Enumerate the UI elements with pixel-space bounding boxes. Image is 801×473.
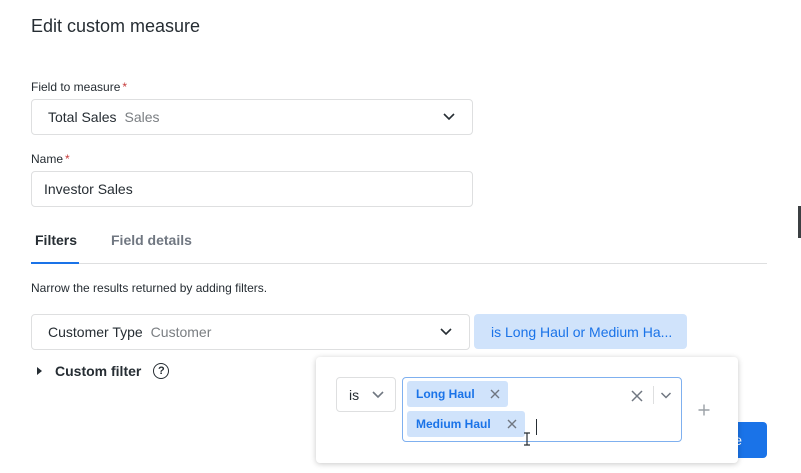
- chevron-down-icon: [372, 390, 384, 398]
- name-label: Name *: [31, 152, 70, 166]
- value-tag-long-haul: Long Haul: [407, 381, 508, 407]
- filter-field-select[interactable]: Customer Type Customer: [31, 314, 470, 350]
- text-cursor-icon: [524, 432, 530, 446]
- divider: [653, 386, 654, 404]
- custom-filter-label: Custom filter: [55, 363, 142, 379]
- value-tag-label: Long Haul: [416, 387, 475, 401]
- filter-field-value: Customer Type: [48, 324, 143, 340]
- dialog-title: Edit custom measure: [31, 16, 201, 36]
- chevron-down-icon: [443, 113, 455, 121]
- text-cursor: [536, 419, 537, 435]
- field-to-measure-label: Field to measure *: [31, 80, 128, 94]
- field-to-measure-select[interactable]: Total Sales Sales: [31, 99, 473, 135]
- filters-helper-text: Narrow the results returned by adding fi…: [31, 281, 268, 295]
- plus-icon[interactable]: [698, 404, 710, 416]
- filter-summary-chip[interactable]: is Long Haul or Medium Ha...: [474, 314, 687, 349]
- tab-filters[interactable]: Filters: [35, 232, 77, 248]
- chevron-down-icon: [440, 328, 452, 336]
- chevron-down-icon[interactable]: [660, 391, 672, 400]
- clear-all-icon[interactable]: [631, 390, 643, 402]
- field-to-measure-value: Total Sales: [48, 109, 117, 125]
- field-to-measure-view: Sales: [124, 109, 160, 125]
- tab-bar: Filters Field details: [31, 222, 767, 264]
- filter-value-popover: is Long Haul Medium Haul: [316, 357, 738, 463]
- values-multiselect[interactable]: Long Haul Medium Haul: [402, 377, 682, 446]
- value-tag-medium-haul: Medium Haul: [407, 411, 525, 437]
- operator-select[interactable]: is: [336, 377, 396, 412]
- caret-right-icon: [37, 367, 42, 375]
- required-mark: *: [122, 80, 128, 94]
- operator-value: is: [349, 386, 360, 403]
- tab-field-details[interactable]: Field details: [111, 232, 192, 248]
- custom-filter-toggle[interactable]: Custom filter ?: [37, 363, 170, 379]
- name-input[interactable]: Investor Sales: [31, 171, 473, 207]
- required-mark: *: [65, 152, 70, 166]
- close-icon[interactable]: [507, 419, 517, 429]
- active-tab-indicator: [31, 262, 79, 264]
- filter-field-view: Customer: [150, 324, 212, 340]
- help-circle-icon[interactable]: ?: [153, 363, 170, 379]
- name-input-value: Investor Sales: [44, 181, 133, 197]
- value-tag-label: Medium Haul: [416, 417, 491, 431]
- close-icon[interactable]: [490, 389, 500, 399]
